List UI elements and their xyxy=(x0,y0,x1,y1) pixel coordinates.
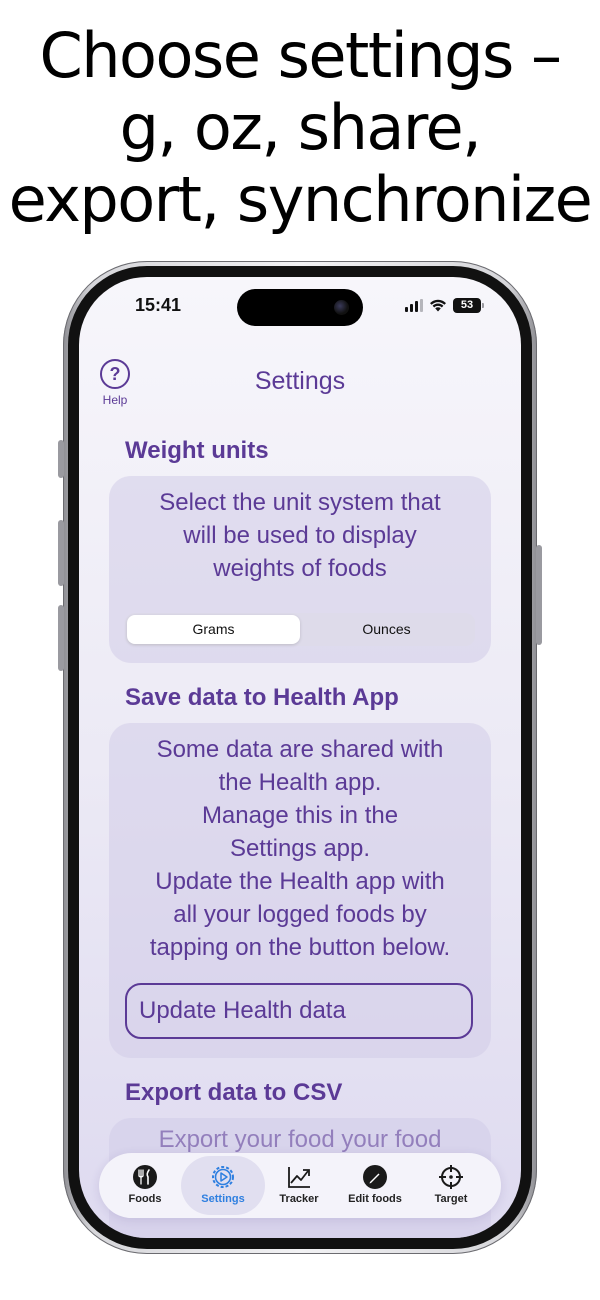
segment-grams[interactable]: Grams xyxy=(127,615,300,644)
tab-label: Tracker xyxy=(279,1193,319,1205)
weight-units-description: Select the unit system that will be used… xyxy=(109,476,491,585)
cellular-signal-icon xyxy=(405,298,423,312)
volume-up-button xyxy=(58,520,64,586)
dynamic-island xyxy=(237,289,363,326)
page-title: Settings xyxy=(254,367,346,395)
health-description-line: Update the Health app with xyxy=(155,868,445,895)
battery-icon: 53 xyxy=(453,297,484,313)
tab-label: Settings xyxy=(201,1193,245,1205)
headline-line-2: g, oz, share, xyxy=(119,91,482,164)
status-time: 15:41 xyxy=(135,295,182,315)
tab-bar: Foods Settings Tracker Edit foods Target xyxy=(99,1153,501,1218)
tab-foods[interactable]: Foods xyxy=(103,1156,187,1215)
unit-segmented-control: Grams Ounces xyxy=(125,613,475,646)
weight-units-description-line: Select the unit system that xyxy=(159,489,441,516)
phone-screen: 15:41 53 ? Help Settings Weight units Se… xyxy=(79,277,521,1238)
update-health-data-button[interactable]: Update Health data xyxy=(125,983,473,1039)
fork-knife-icon xyxy=(133,1165,157,1189)
segment-ounces[interactable]: Ounces xyxy=(300,615,473,644)
export-title: Export data to CSV xyxy=(125,1079,343,1106)
health-description-line: Some data are shared with xyxy=(156,736,444,763)
tab-target[interactable]: Target xyxy=(409,1156,493,1215)
front-camera-icon xyxy=(334,300,349,315)
headline-line-3: export, synchronize xyxy=(8,163,593,236)
target-icon xyxy=(439,1165,463,1189)
health-card: Some data are shared with the Health app… xyxy=(109,723,491,1058)
headline-line-1: Choose settings – xyxy=(39,19,562,92)
tab-label: Edit foods xyxy=(348,1193,402,1205)
weight-units-title: Weight units xyxy=(125,437,269,464)
tab-label: Target xyxy=(434,1193,468,1205)
weight-units-description-line: weights of foods xyxy=(213,555,387,582)
power-button xyxy=(536,545,542,645)
health-description-line: Settings app. xyxy=(229,835,371,862)
pencil-circle-icon xyxy=(363,1165,387,1189)
health-description: Some data are shared with the Health app… xyxy=(109,723,491,964)
health-description-line: all your logged foods by xyxy=(173,901,427,928)
wifi-icon xyxy=(430,299,446,312)
tab-tracker[interactable]: Tracker xyxy=(257,1156,341,1215)
chart-up-icon xyxy=(288,1167,310,1188)
tab-edit-foods[interactable]: Edit foods xyxy=(333,1156,417,1215)
gear-icon xyxy=(212,1166,234,1188)
health-description-line: tapping on the button below. xyxy=(149,934,451,961)
action-button xyxy=(58,440,64,478)
weight-units-description-line: will be used to display xyxy=(183,522,417,549)
tab-settings[interactable]: Settings xyxy=(181,1156,265,1215)
tab-label: Foods xyxy=(128,1193,162,1205)
status-icons: 53 xyxy=(405,297,484,313)
export-description: Export your food your food xyxy=(158,1126,442,1153)
weight-units-card: Select the unit system that will be used… xyxy=(109,476,491,663)
volume-down-button xyxy=(58,605,64,671)
health-description-line: Manage this in the xyxy=(201,802,399,829)
health-title: Save data to Health App xyxy=(125,684,399,711)
headline: Choose settings – g, oz, share, export, … xyxy=(0,20,600,236)
health-description-line: the Health app. xyxy=(218,769,382,796)
